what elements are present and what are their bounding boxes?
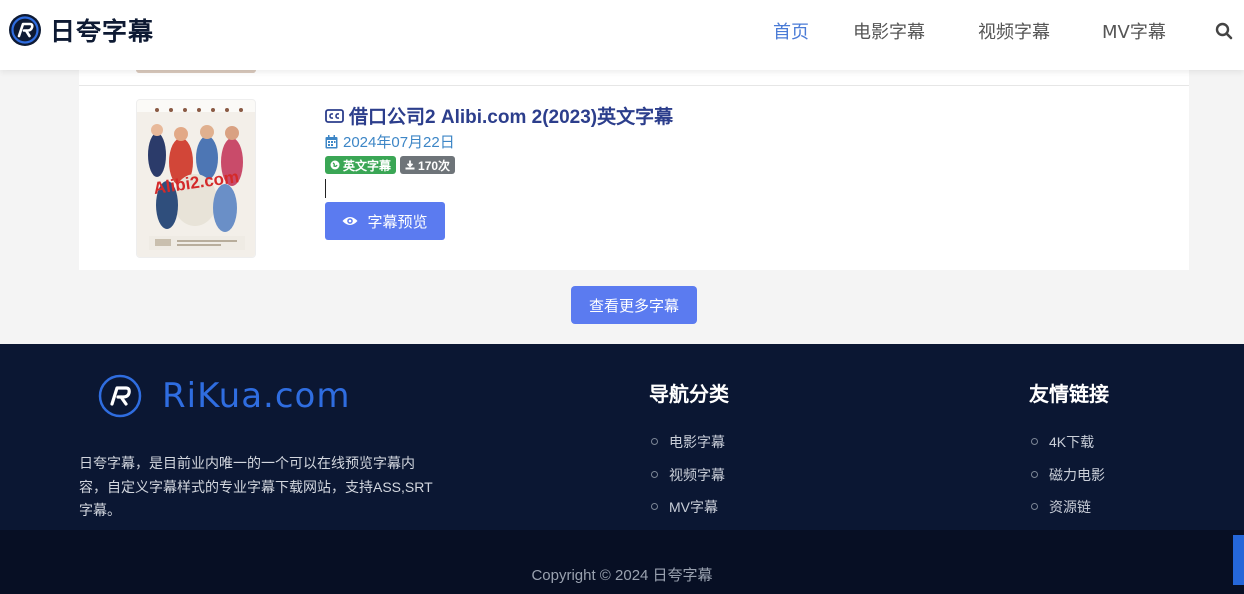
globe-icon xyxy=(330,160,340,170)
site-footer: RiKua.com 日夸字幕，是目前业内唯一的一个可以在线预览字幕内容，自定义字… xyxy=(0,344,1244,530)
calendar-icon xyxy=(325,134,338,148)
post-title[interactable]: 借口公司2 Alibi.com 2(2023)英文字幕 xyxy=(349,102,673,129)
back-to-top-button[interactable] xyxy=(1233,535,1244,585)
subtitle-preview-label: 字幕预览 xyxy=(367,213,428,231)
logo-text: 日夸字幕 xyxy=(50,17,155,46)
download-icon xyxy=(405,160,415,170)
movie-poster[interactable]: Alibi2.com xyxy=(136,99,256,258)
footer-link-resource-chain[interactable]: 资源链 xyxy=(1029,497,1105,530)
subtitle-card: Alibi2.com 借口公司2 Alibi.com 2(2023)英文字幕 2… xyxy=(79,86,1189,270)
footer-logo-text: RiKua.com xyxy=(162,376,351,416)
logo-icon xyxy=(9,14,41,46)
footer-link-mv-subtitles[interactable]: MV字幕 xyxy=(649,497,725,530)
subtitle-preview-button[interactable]: 字幕预览 xyxy=(325,202,445,240)
load-more-button[interactable]: 查看更多字幕 xyxy=(571,286,697,324)
footer-link-magnet-movies[interactable]: 磁力电影 xyxy=(1029,465,1105,498)
nav-movie-subtitles[interactable]: 电影字幕 xyxy=(853,18,925,44)
site-logo[interactable]: 日夸字幕 xyxy=(8,12,154,48)
post-date: 2024年07月22日 xyxy=(325,131,455,152)
footer-logo-icon xyxy=(98,374,142,418)
closed-caption-icon xyxy=(325,108,344,123)
poster-image: Alibi2.com xyxy=(137,100,255,257)
footer-nav-list: 电影字幕 视频字幕 MV字幕 xyxy=(649,432,725,530)
post-badges: 英文字幕 170次 xyxy=(325,156,459,174)
eye-icon xyxy=(342,217,358,225)
footer-friends-list: 4K下载 磁力电影 资源链 xyxy=(1029,432,1105,530)
footer-link-video-subtitles[interactable]: 视频字幕 xyxy=(649,465,725,498)
footer-logo[interactable]: RiKua.com xyxy=(98,374,350,418)
footer-link-movie-subtitles[interactable]: 电影字幕 xyxy=(649,432,725,465)
text-cursor xyxy=(325,179,326,198)
language-badge: 英文字幕 xyxy=(325,156,397,174)
post-title-row[interactable]: 借口公司2 Alibi.com 2(2023)英文字幕 xyxy=(325,102,673,129)
post-date-text: 2024年07月22日 xyxy=(343,134,455,151)
footer-nav-title: 导航分类 xyxy=(649,384,729,406)
download-count-text: 170次 xyxy=(418,158,451,173)
language-badge-text: 英文字幕 xyxy=(343,158,392,173)
copyright-bar: Copyright © 2024 日夸字幕 xyxy=(0,530,1244,594)
site-description: 日夸字幕，是目前业内唯一的一个可以在线预览字幕内容，自定义字幕样式的专业字幕下载… xyxy=(79,455,433,518)
nav-mv-subtitles[interactable]: MV字幕 xyxy=(1102,18,1166,44)
footer-link-4k-download[interactable]: 4K下载 xyxy=(1029,432,1105,465)
footer-friends-title: 友情链接 xyxy=(1029,384,1109,406)
nav-video-subtitles[interactable]: 视频字幕 xyxy=(978,18,1050,44)
nav-home[interactable]: 首页 xyxy=(773,18,809,44)
copyright-text: Copyright © 2024 日夸字幕 xyxy=(531,567,713,584)
previous-card-thumbnail[interactable] xyxy=(136,70,256,73)
download-count-badge: 170次 xyxy=(400,156,456,174)
search-icon[interactable] xyxy=(1215,22,1233,40)
site-header: 日夸字幕 首页 电影字幕 视频字幕 MV字幕 xyxy=(0,0,1244,70)
